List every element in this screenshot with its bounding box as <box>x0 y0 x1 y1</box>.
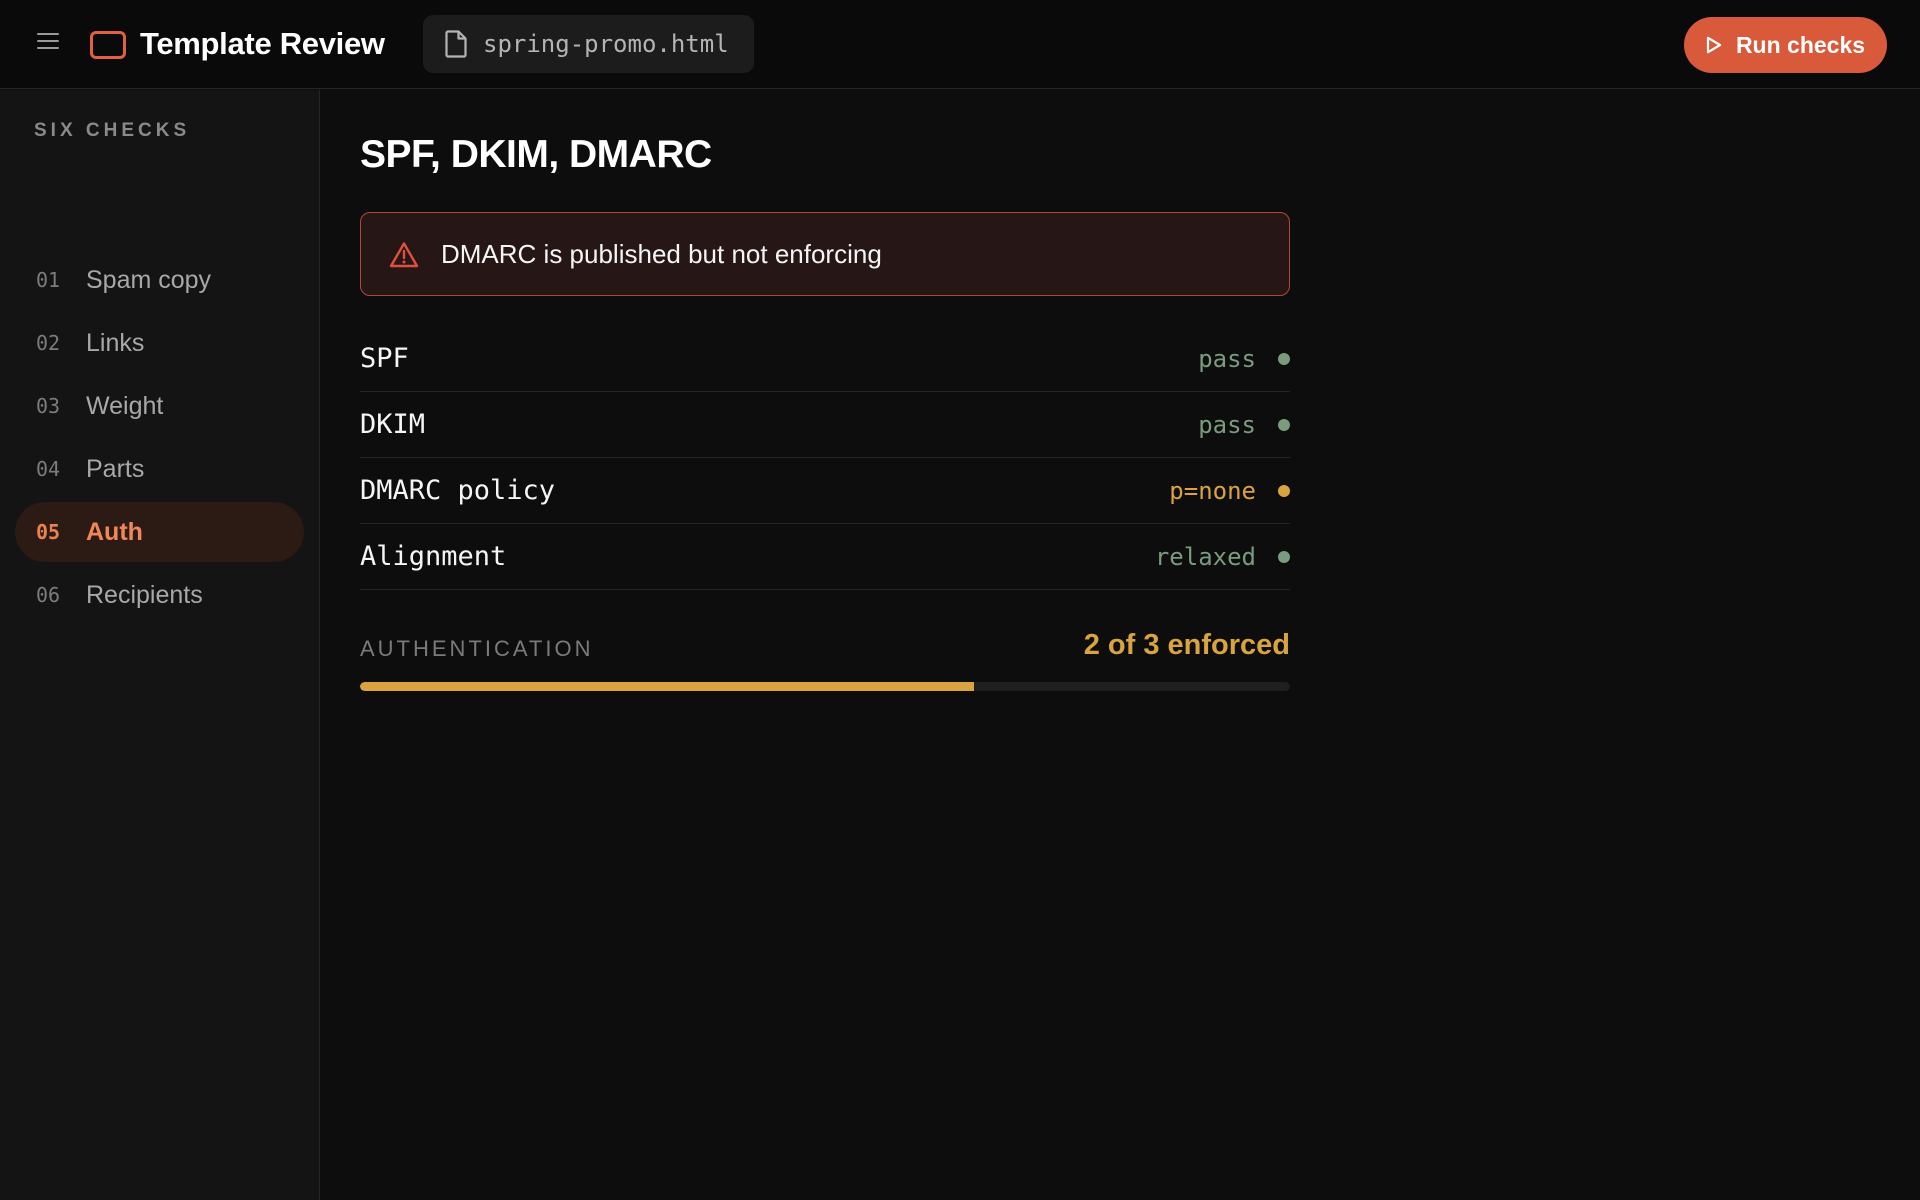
check-name: Alignment <box>360 541 507 572</box>
check-value: relaxed <box>1154 542 1256 571</box>
summary-value: 2 of 3 enforced <box>1083 629 1290 661</box>
authentication-progress-bar <box>360 682 1290 691</box>
sidebar-item-label: Spam copy <box>86 265 212 294</box>
status-dot <box>1278 550 1290 563</box>
sidebar-item-number: 03 <box>36 394 61 418</box>
run-checks-label: Run checks <box>1735 31 1866 58</box>
status-dot <box>1278 418 1290 431</box>
hamburger-menu-icon[interactable] <box>30 26 66 56</box>
top-bar: Template Review spring-promo.html Run ch… <box>0 0 1920 89</box>
check-value: pass <box>1198 344 1256 373</box>
page-title: SPF, DKIM, DMARC <box>360 133 712 176</box>
progress-fill <box>360 682 974 691</box>
sidebar-item-spam-copy[interactable]: 01 Spam copy <box>15 250 304 310</box>
sidebar-item-parts[interactable]: 04 Parts <box>15 439 304 499</box>
alert-banner: DMARC is published but not enforcing <box>360 212 1290 296</box>
document-icon <box>445 30 467 58</box>
run-checks-button[interactable]: Run checks <box>1684 17 1887 73</box>
check-name: SPF <box>360 343 409 374</box>
warning-icon <box>389 241 419 267</box>
check-name: DMARC policy <box>360 475 556 506</box>
sidebar-item-number: 01 <box>36 268 61 292</box>
sidebar-item-number: 04 <box>36 457 61 481</box>
check-row-dkim: DKIM pass <box>360 392 1290 458</box>
summary-label: AUTHENTICATION <box>360 636 594 661</box>
check-name: DKIM <box>360 409 426 440</box>
sidebar-item-number: 06 <box>36 583 61 607</box>
sidebar-item-weight[interactable]: 03 Weight <box>15 376 304 436</box>
sidebar-item-recipients[interactable]: 06 Recipients <box>15 565 304 625</box>
file-name: spring-promo.html <box>483 30 729 58</box>
check-value: pass <box>1198 410 1256 439</box>
check-row-dmarc-policy: DMARC policy p=none <box>360 458 1290 524</box>
check-value: p=none <box>1169 476 1256 505</box>
check-row-alignment: Alignment relaxed <box>360 524 1290 590</box>
sidebar-item-label: Auth <box>86 517 143 546</box>
file-selector[interactable]: spring-promo.html <box>423 15 754 73</box>
sidebar-item-number: 02 <box>36 331 61 355</box>
sidebar: SIX CHECKS 01 Spam copy 02 Links 03 Weig… <box>0 90 320 1200</box>
sidebar-heading: SIX CHECKS <box>34 120 191 141</box>
sidebar-item-number: 05 <box>36 520 61 544</box>
sidebar-item-label: Weight <box>86 391 164 420</box>
sidebar-item-label: Links <box>86 328 145 357</box>
sidebar-item-links[interactable]: 02 Links <box>15 313 304 373</box>
sidebar-item-label: Parts <box>86 454 145 483</box>
check-row-spf: SPF pass <box>360 326 1290 392</box>
alert-text: DMARC is published but not enforcing <box>441 238 882 269</box>
app-title: Template Review <box>140 26 385 61</box>
status-dot <box>1278 484 1290 497</box>
sidebar-item-auth[interactable]: 05 Auth <box>15 502 304 562</box>
play-icon <box>1706 36 1722 54</box>
status-dot <box>1278 352 1290 365</box>
sidebar-item-label: Recipients <box>86 580 203 609</box>
app-logo-icon <box>90 31 126 59</box>
